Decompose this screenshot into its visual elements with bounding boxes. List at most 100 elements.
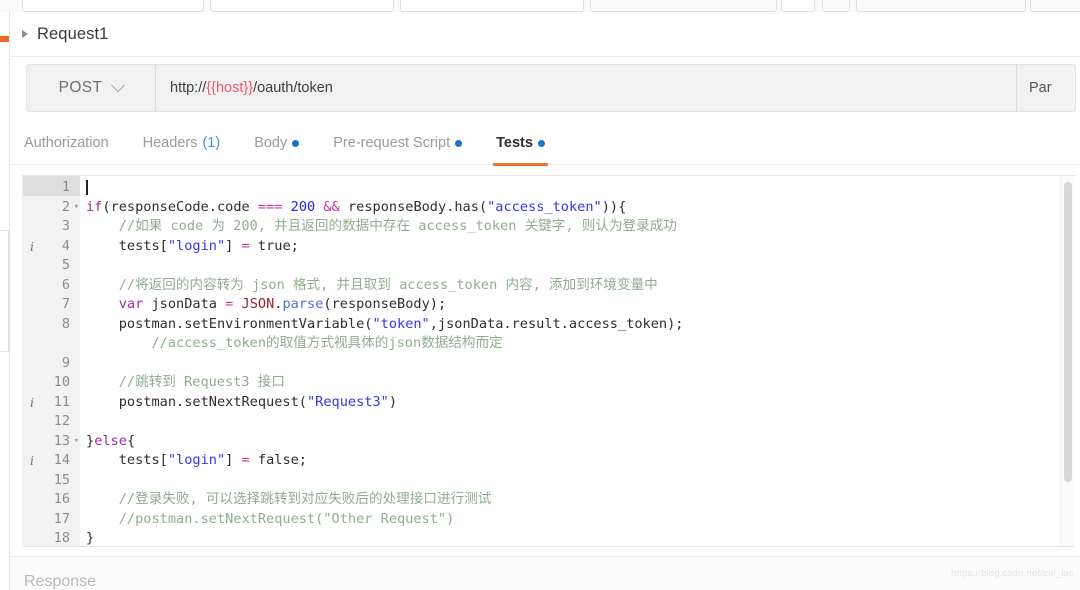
code-token: "access_token" — [487, 198, 602, 215]
lint-info-icon[interactable]: i — [30, 451, 34, 471]
request-tabs: Authorization Headers (1) Body Pre-request S… — [10, 122, 1080, 166]
code-token: var — [118, 296, 144, 312]
left-rail — [0, 12, 10, 590]
code-token: postman.setEnvironmentVariable( — [86, 315, 373, 332]
code-line: //如果 code 为 200, 并且返回的数据中存在 access_token… — [86, 217, 677, 237]
code-token: //登录失败, 可以选择跳转到对应失败后的处理接口进行测试 — [86, 491, 492, 507]
code-token: 200 — [290, 198, 316, 215]
tab-modified-dot-icon — [292, 139, 300, 147]
code-line: //跳转到 Request3 接口 — [86, 373, 285, 393]
code-token: ( — [102, 198, 111, 215]
toolbar-cell-6[interactable] — [822, 0, 850, 12]
toolbar-cell-8[interactable] — [1030, 0, 1080, 12]
code-token: "login" — [167, 237, 226, 254]
code-token: has — [454, 198, 479, 215]
code-token: postman.setNextRequest( — [86, 393, 307, 410]
code-line: //access_token的取值方式视具体的json数据结构而定 — [86, 334, 502, 354]
lint-info-icon[interactable]: i — [30, 237, 34, 257]
tab-pre-request-script[interactable]: Pre-request Script — [316, 122, 479, 164]
tab-modified-dot-icon — [537, 139, 545, 147]
line-number: 8 — [61, 315, 70, 332]
toolbar-cell-5[interactable] — [781, 0, 815, 12]
line-number: 13 — [53, 432, 70, 449]
code-token: ) — [388, 393, 398, 410]
code-token: ( — [478, 198, 488, 215]
tab-headers[interactable]: Headers (1) — [126, 122, 238, 164]
code-token: = — [241, 237, 250, 254]
toolbar-cell-2[interactable] — [210, 0, 394, 12]
code-token: ,jsonData.result.access_token); — [429, 315, 684, 332]
request-title: Request1 — [37, 24, 109, 43]
postman-request-editor: Request1 POST http://{{host}}/oauth/toke… — [0, 0, 1080, 590]
code-token: === — [257, 198, 283, 215]
line-number: 17 — [53, 510, 70, 527]
request-header: Request1 — [10, 12, 1080, 57]
code-token: true; — [249, 237, 299, 254]
code-token: code — [216, 198, 250, 215]
code-token: //跳转到 Request3 接口 — [86, 374, 285, 390]
line-number: 7 — [61, 296, 70, 312]
code-token: //将返回的内容转为 json 格式, 并且取到 access_token 内容… — [86, 276, 658, 293]
code-line: tests["login"] = true; — [86, 237, 299, 257]
code-line: }else{ — [86, 432, 135, 452]
code-token: responseCode — [110, 198, 209, 215]
code-token: )){ — [601, 198, 627, 215]
code-fold-toggle-icon[interactable]: ▾ — [74, 432, 79, 452]
code-fold-toggle-icon[interactable]: ▾ — [74, 198, 79, 218]
tab-tests[interactable]: Tests — [479, 122, 562, 166]
code-token: { — [126, 432, 136, 449]
code-token: tests[ — [86, 237, 168, 254]
method-selector[interactable]: POST — [27, 65, 156, 111]
lint-info-icon[interactable]: i — [30, 393, 34, 413]
toolbar-cell-4[interactable] — [590, 0, 777, 12]
line-number: 11 — [53, 393, 70, 410]
code-token: //如果 code 为 200, 并且返回的数据中存在 access_token… — [86, 218, 677, 234]
code-content[interactable]: if(responseCode.code === 200 && response… — [80, 176, 1075, 547]
code-token: } — [86, 432, 95, 449]
code-line: tests["login"] = false; — [86, 451, 307, 471]
code-token: "login" — [167, 452, 226, 468]
tab-label: Pre-request Script — [333, 135, 451, 151]
params-button[interactable]: Par — [1016, 65, 1075, 111]
toolbar-cell-7[interactable] — [856, 0, 1026, 12]
code-line: var jsonData = JSON.parse(responseBody); — [86, 295, 446, 315]
tab-authorization[interactable]: Authorization — [10, 122, 126, 164]
code-token: . — [208, 198, 217, 215]
params-label: Par — [1029, 80, 1052, 96]
rail-panel-edge — [0, 230, 9, 352]
code-token: "Request3" — [306, 393, 389, 410]
line-number: 1 — [61, 179, 70, 195]
toolbar-cell-1[interactable] — [22, 0, 204, 12]
line-number: 6 — [61, 276, 70, 293]
line-number: 10 — [53, 374, 70, 390]
code-line: if(responseCode.code === 200 && response… — [86, 198, 626, 218]
tab-body[interactable]: Body — [237, 122, 316, 164]
line-number: 9 — [61, 354, 70, 371]
tab-modified-dot-icon — [455, 139, 463, 147]
code-line: //将返回的内容转为 json 格式, 并且取到 access_token 内容… — [86, 276, 658, 296]
line-number: 18 — [53, 530, 70, 546]
code-line: postman.setNextRequest("Request3") — [86, 393, 397, 413]
url-prefix: http:// — [170, 80, 207, 96]
code-token: } — [86, 530, 95, 546]
code-line: postman.setEnvironmentVariable("token",j… — [86, 315, 684, 335]
tab-count-badge: (1) — [202, 135, 221, 151]
chevron-down-icon — [111, 78, 126, 93]
line-number: 16 — [53, 491, 70, 507]
line-number: 2 — [61, 198, 70, 215]
code-token: ] — [225, 237, 242, 254]
watermark: https://blog.csdn.net/cai_iac — [950, 568, 1074, 579]
tests-code-editor[interactable]: 1 2 ▾ 3 4 i 5 6 7 8 9 10 11 i 12 13 ▾ 14 i 15 16 17 18 if(resp… — [22, 175, 1075, 547]
triangle-right-icon[interactable] — [22, 30, 28, 38]
url-input[interactable]: http://{{host}}/oauth/token — [156, 65, 1016, 111]
editor-scrollbar-track[interactable] — [1060, 176, 1075, 547]
editor-scrollbar-thumb[interactable] — [1064, 182, 1072, 482]
response-label: Response — [24, 573, 97, 590]
code-token: responseBody — [347, 198, 447, 215]
tab-label: Body — [254, 135, 288, 151]
toolbar-cell-3[interactable] — [400, 0, 584, 12]
